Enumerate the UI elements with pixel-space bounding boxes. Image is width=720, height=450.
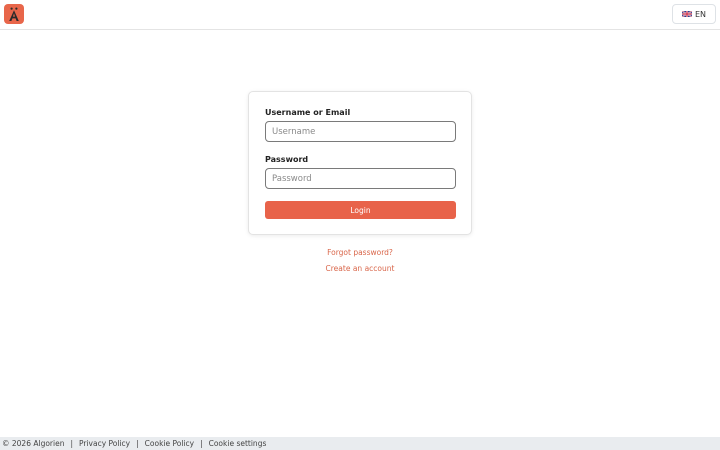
privacy-policy-link[interactable]: Privacy Policy (79, 439, 130, 448)
login-card: Username or Email Password Login (248, 91, 472, 235)
username-label: Username or Email (265, 108, 351, 117)
footer-separator: | (200, 439, 203, 448)
copyright-text: © 2026 Algorien (2, 439, 65, 448)
password-input[interactable] (265, 168, 456, 189)
algorien-logo-icon[interactable] (4, 4, 24, 24)
forgot-password-link[interactable]: Forgot password? (0, 248, 720, 257)
top-header: EN (0, 0, 720, 30)
language-selector[interactable]: EN (672, 4, 716, 24)
username-input[interactable] (265, 121, 456, 142)
footer-separator: | (136, 439, 139, 448)
create-account-link[interactable]: Create an account (0, 264, 720, 273)
cookie-policy-link[interactable]: Cookie Policy (145, 439, 194, 448)
footer-separator: | (70, 439, 73, 448)
language-code: EN (694, 9, 707, 19)
footer: © 2026 Algorien | Privacy Policy | Cooki… (0, 437, 720, 450)
login-button[interactable]: Login (265, 201, 456, 219)
cookie-settings-link[interactable]: Cookie settings (209, 439, 267, 448)
password-label: Password (265, 155, 309, 164)
uk-flag-icon (681, 11, 692, 17)
